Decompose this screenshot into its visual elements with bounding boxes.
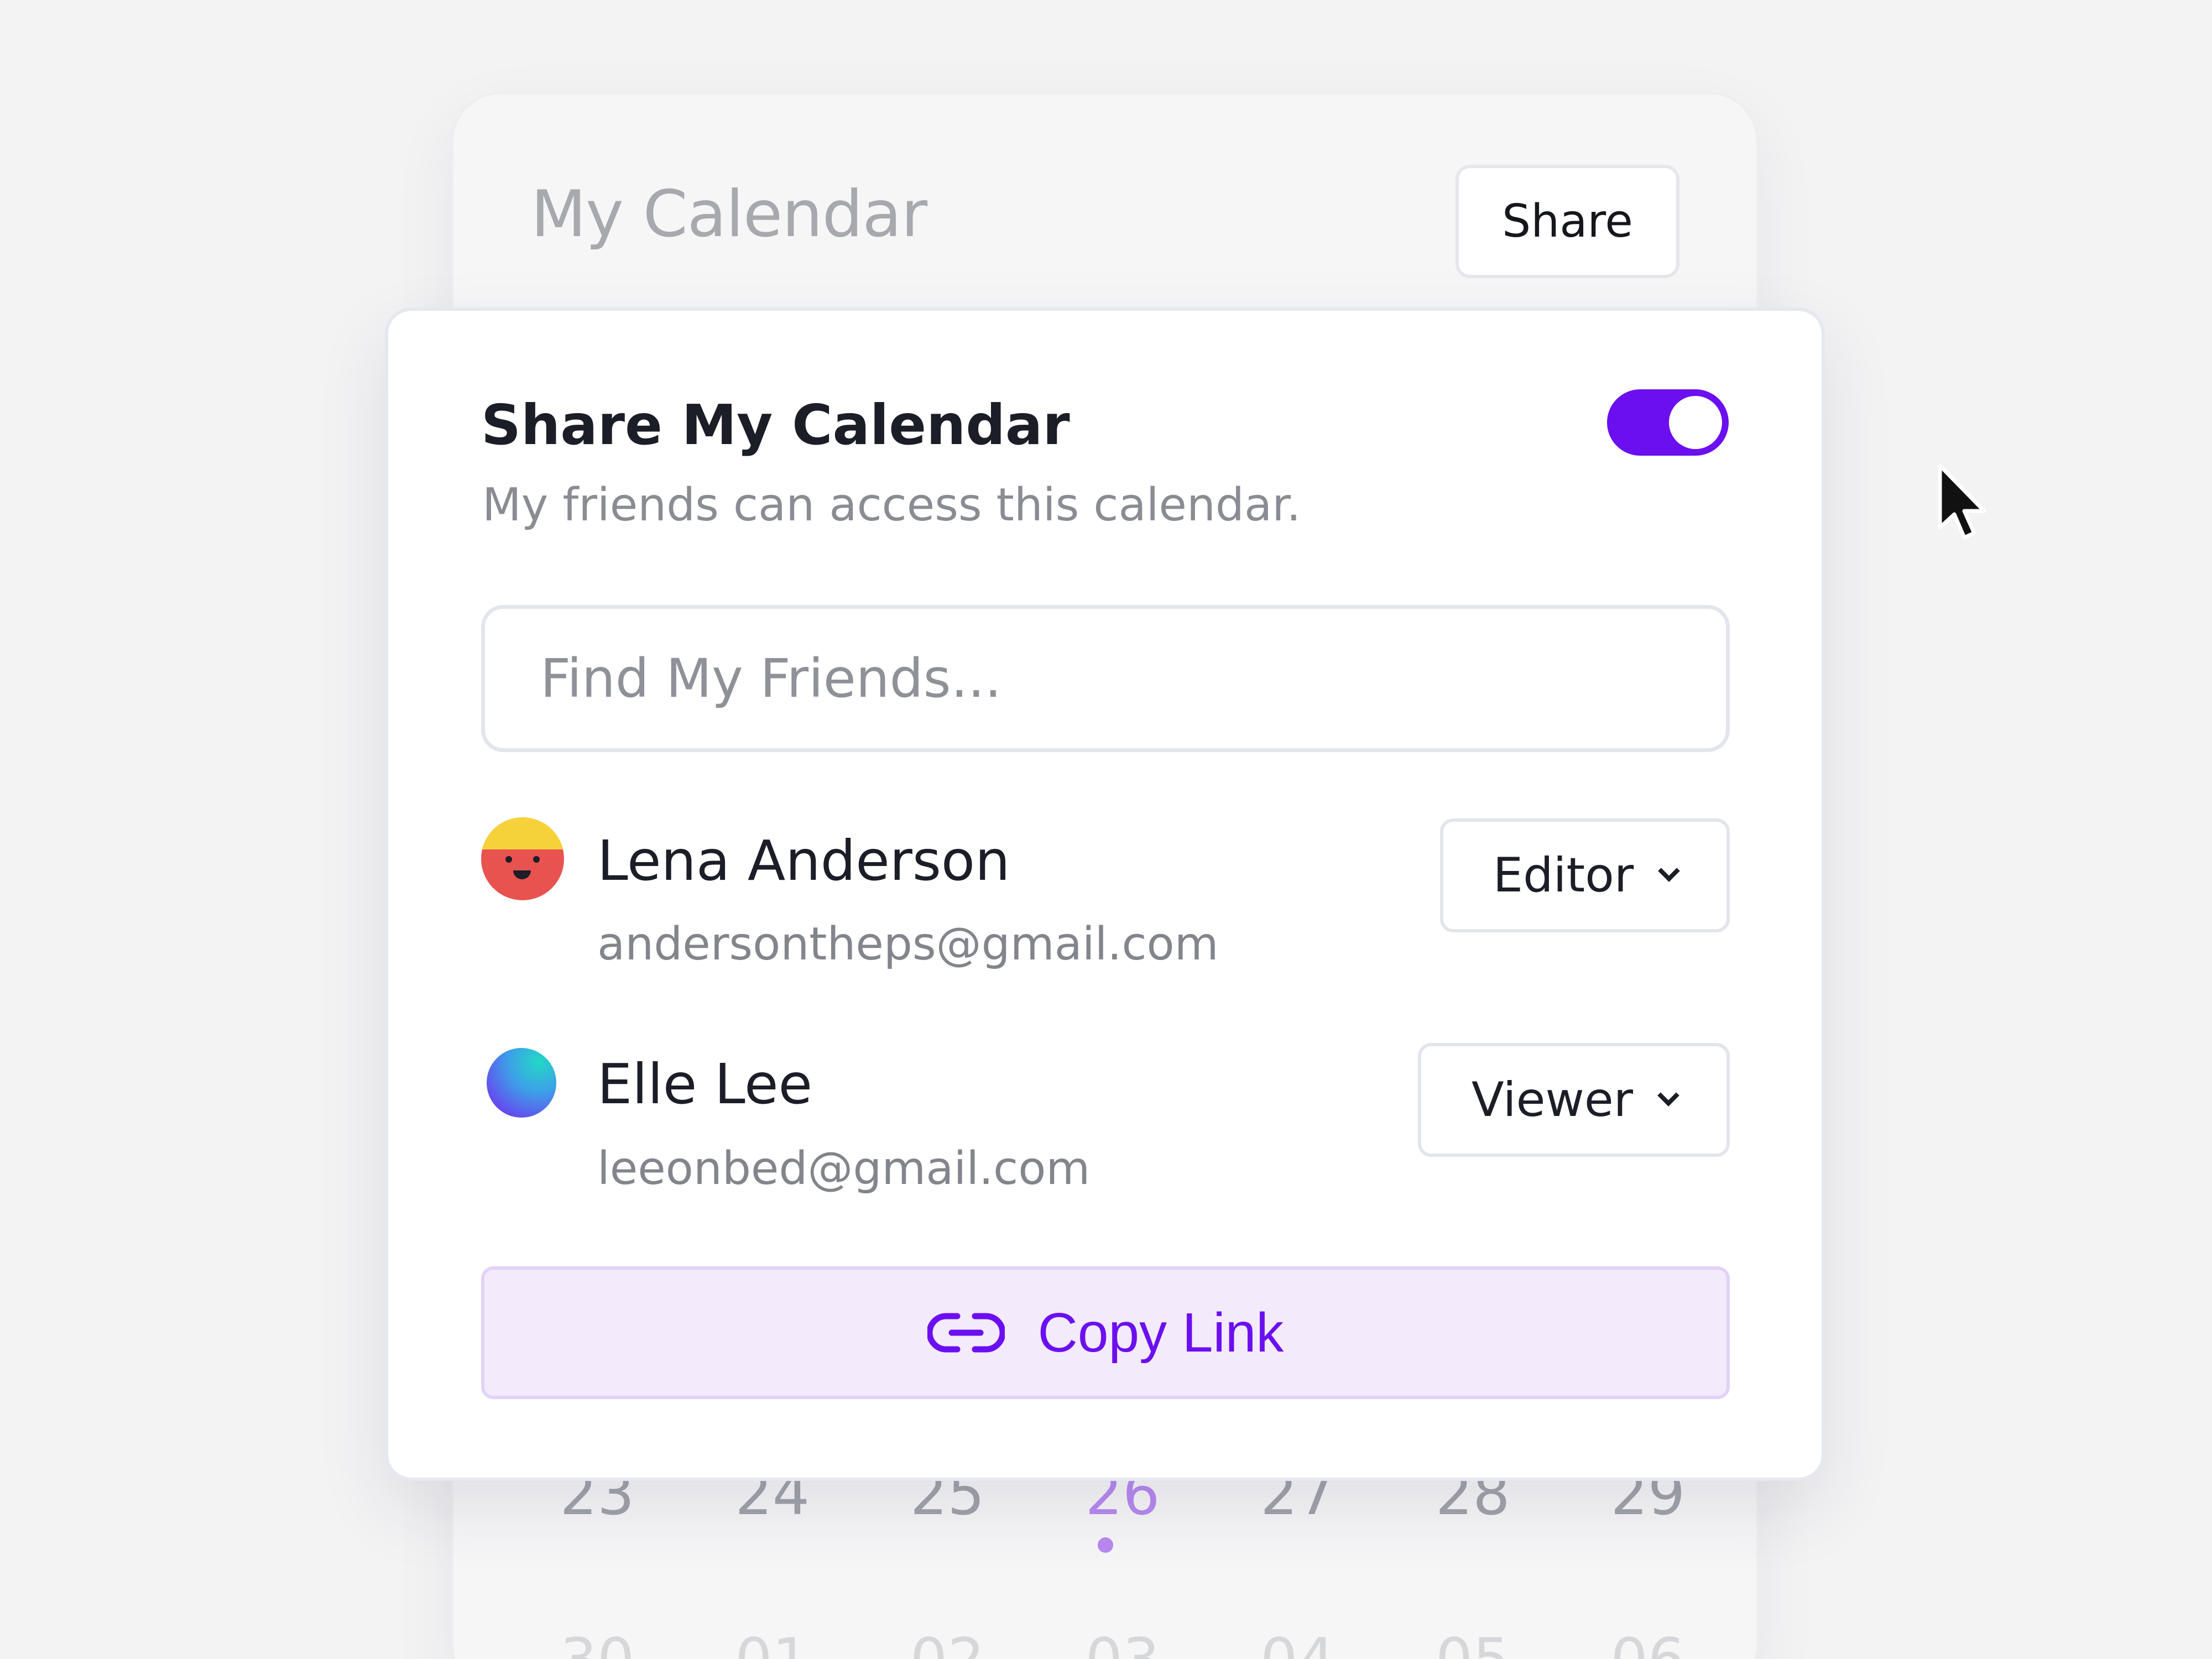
role-dropdown[interactable]: Viewer bbox=[1418, 1043, 1730, 1157]
share-toggle[interactable] bbox=[1607, 389, 1729, 456]
calendar-day[interactable]: 05 bbox=[1428, 1626, 1517, 1659]
person-name: Lena Anderson bbox=[597, 828, 1010, 893]
calendar-week-row: 30 01 02 03 04 05 06 bbox=[553, 1626, 1692, 1659]
event-indicator-dot bbox=[1098, 1537, 1113, 1553]
calendar-day[interactable]: 01 bbox=[728, 1626, 817, 1659]
calendar-day[interactable]: 02 bbox=[903, 1626, 992, 1659]
copy-link-label: Copy Link bbox=[1037, 1301, 1284, 1364]
link-icon bbox=[927, 1313, 1005, 1353]
share-panel-subtitle: My friends can access this calendar. bbox=[482, 479, 1301, 531]
share-button[interactable]: Share bbox=[1455, 165, 1679, 278]
person-name: Elle Lee bbox=[597, 1052, 813, 1117]
calendar-day[interactable]: 30 bbox=[553, 1626, 641, 1659]
find-friends-input[interactable] bbox=[481, 605, 1730, 752]
person-email: andersontheps@gmail.com bbox=[597, 918, 1219, 971]
calendar-title: My Calendar bbox=[531, 177, 927, 252]
calendar-day[interactable]: 04 bbox=[1254, 1626, 1342, 1659]
chevron-down-icon bbox=[1657, 1084, 1679, 1107]
cursor-arrow-icon bbox=[1938, 463, 1986, 540]
toggle-on-icon bbox=[1669, 396, 1722, 449]
share-panel-title: Share My Calendar bbox=[481, 393, 1070, 457]
chevron-down-icon bbox=[1658, 860, 1681, 882]
copy-link-button[interactable]: Copy Link bbox=[481, 1266, 1730, 1399]
role-dropdown[interactable]: Editor bbox=[1440, 818, 1730, 932]
role-dropdown-value: Viewer bbox=[1471, 1072, 1634, 1128]
person-email: leeonbed@gmail.com bbox=[597, 1142, 1091, 1195]
avatar bbox=[487, 1048, 556, 1118]
calendar-day[interactable]: 03 bbox=[1078, 1626, 1167, 1659]
avatar bbox=[481, 817, 564, 900]
calendar-day[interactable]: 06 bbox=[1604, 1626, 1692, 1659]
role-dropdown-value: Editor bbox=[1493, 848, 1634, 903]
